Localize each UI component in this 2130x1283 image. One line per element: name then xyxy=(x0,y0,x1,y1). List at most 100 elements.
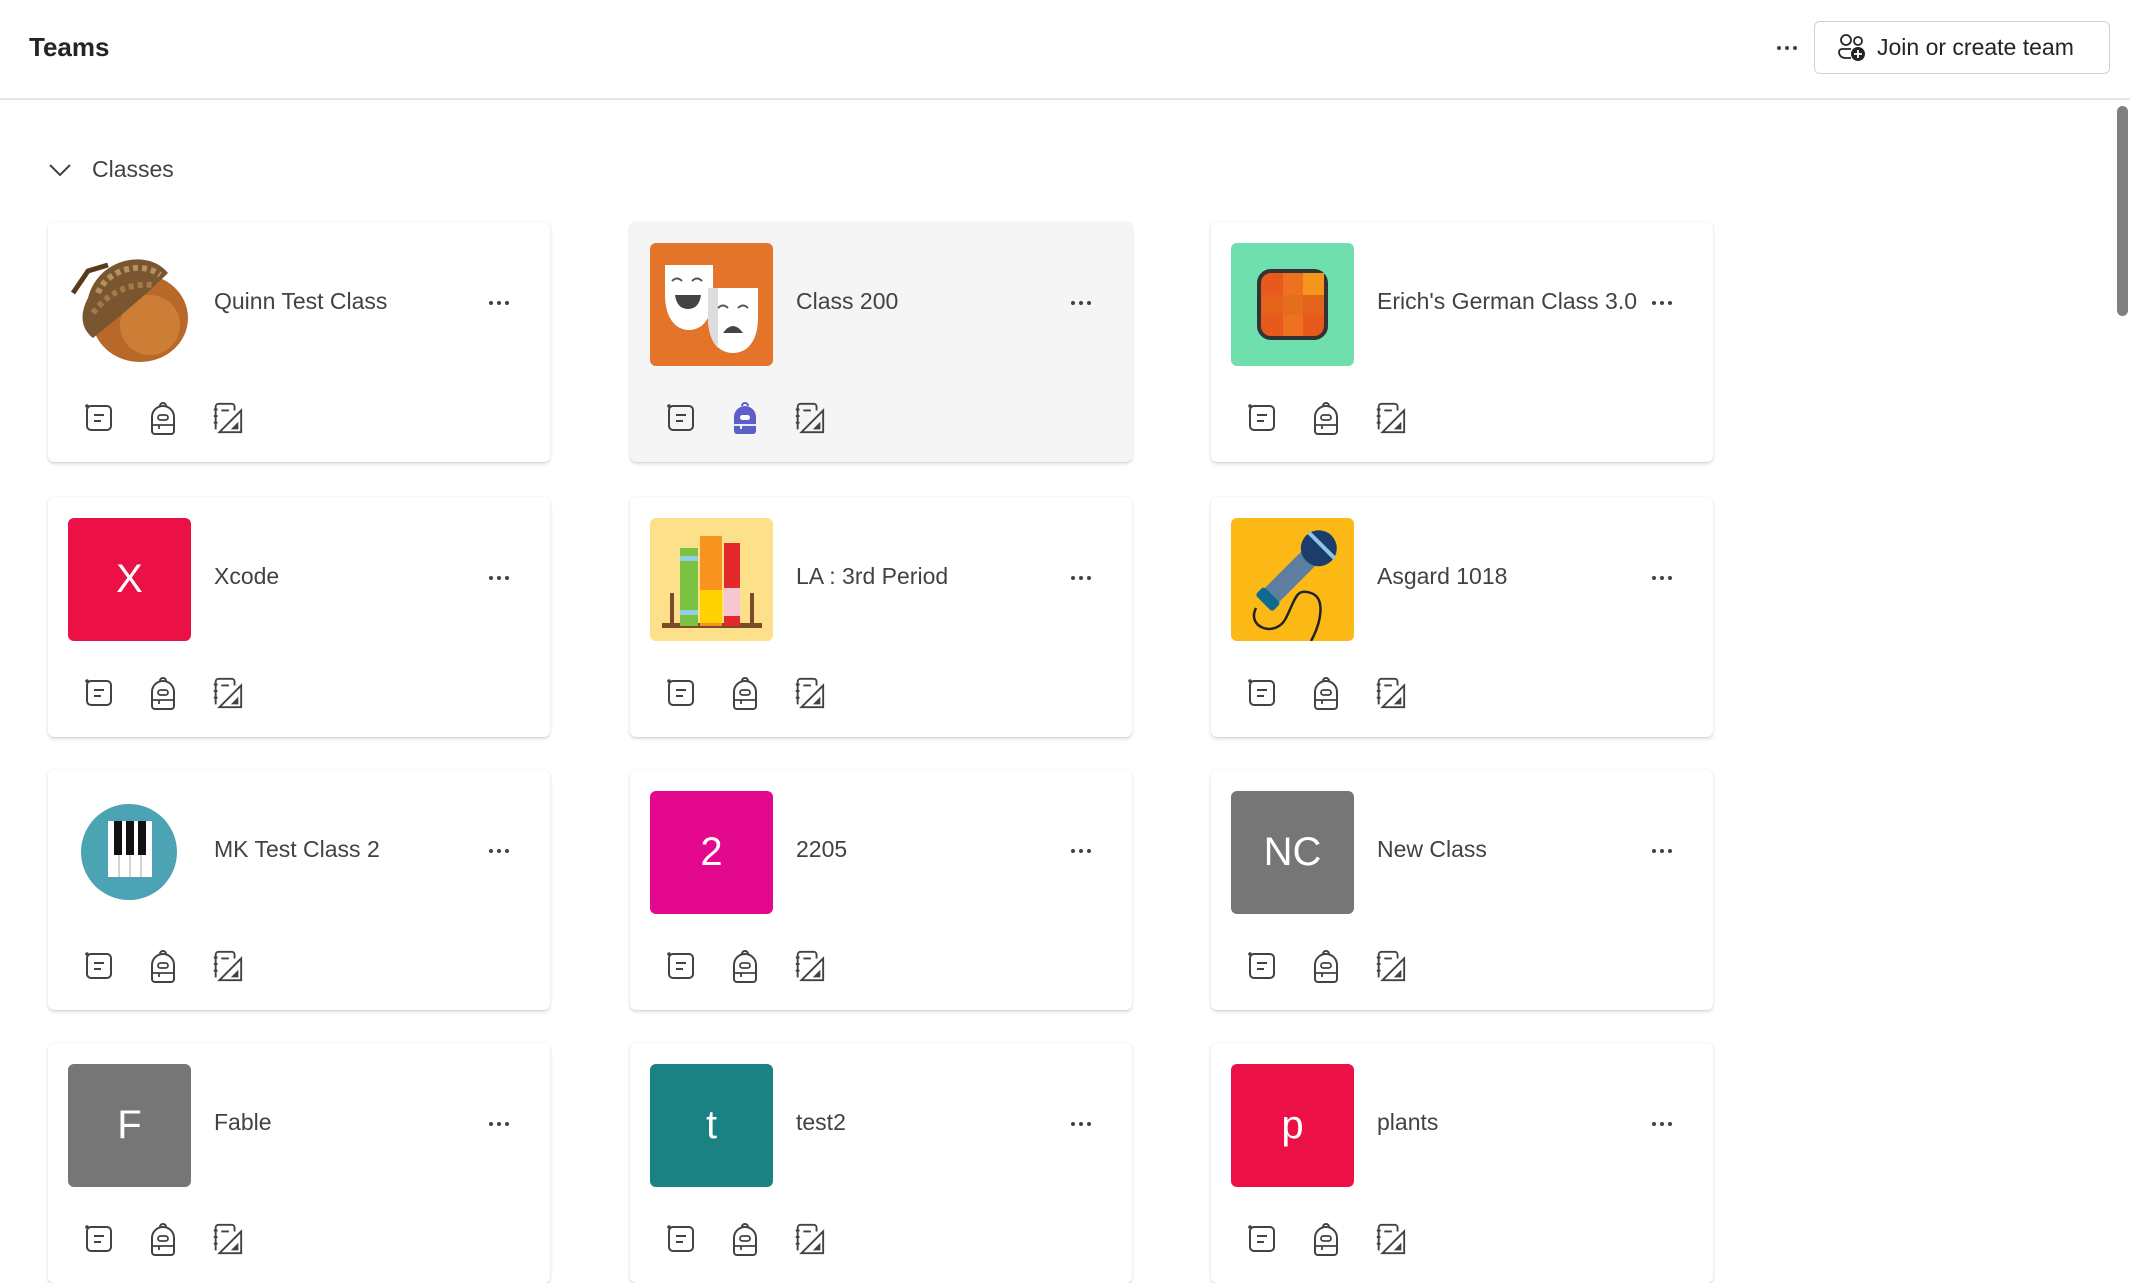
class-card[interactable]: X Xcode xyxy=(48,497,550,737)
class-name: plants xyxy=(1377,1109,1439,1135)
posts-icon[interactable] xyxy=(1245,948,1279,984)
posts-icon[interactable] xyxy=(1245,400,1279,436)
microphone-image xyxy=(1252,530,1337,641)
posts-icon[interactable] xyxy=(664,1221,698,1257)
assignments-backpack-icon[interactable] xyxy=(146,948,180,984)
class-avatar: X xyxy=(68,518,191,641)
class-card[interactable]: p plants xyxy=(1211,1043,1713,1283)
class-card[interactable]: 2 2205 xyxy=(630,770,1132,1010)
class-avatar xyxy=(650,243,773,366)
people-add-icon xyxy=(1838,33,1865,61)
class-name: LA : 3rd Period xyxy=(796,563,949,589)
class-card[interactable]: F Fable xyxy=(48,1043,550,1283)
class-card[interactable]: Quinn Test Class xyxy=(48,222,550,462)
class-quick-links xyxy=(664,400,826,436)
class-more-options-button[interactable] xyxy=(482,288,516,318)
class-more-options-button[interactable] xyxy=(1645,836,1679,866)
join-button-label: Join or create team xyxy=(1877,34,2074,60)
class-avatar: t xyxy=(650,1064,773,1187)
more-horizontal-icon xyxy=(1652,576,1672,580)
class-quick-links xyxy=(82,1221,244,1257)
posts-icon[interactable] xyxy=(82,948,116,984)
class-card[interactable]: Erich's German Class 3.0 xyxy=(1211,222,1713,462)
class-card[interactable]: Asgard 1018 xyxy=(1211,497,1713,737)
class-avatar xyxy=(1231,518,1354,641)
assignments-backpack-icon[interactable] xyxy=(146,675,180,711)
class-more-options-button[interactable] xyxy=(482,563,516,593)
posts-icon[interactable] xyxy=(664,948,698,984)
join-or-create-team-button[interactable]: Join or create team xyxy=(1814,21,2110,74)
class-avatar: F xyxy=(68,1064,191,1187)
class-quick-links xyxy=(82,675,244,711)
more-horizontal-icon xyxy=(1071,849,1091,853)
class-name: Class 200 xyxy=(796,288,899,314)
more-horizontal-icon xyxy=(489,849,509,853)
class-more-options-button[interactable] xyxy=(1064,288,1098,318)
assignments-backpack-icon[interactable] xyxy=(1309,400,1343,436)
class-more-options-button[interactable] xyxy=(1064,563,1098,593)
class-more-options-button[interactable] xyxy=(1064,1109,1098,1139)
class-card[interactable]: t test2 xyxy=(630,1043,1132,1283)
class-more-options-button[interactable] xyxy=(482,1109,516,1139)
class-more-options-button[interactable] xyxy=(482,836,516,866)
class-card[interactable]: MK Test Class 2 xyxy=(48,770,550,1010)
class-avatar: NC xyxy=(1231,791,1354,914)
piano-keys-image xyxy=(81,804,177,900)
class-name: Asgard 1018 xyxy=(1377,563,1508,589)
class-more-options-button[interactable] xyxy=(1064,836,1098,866)
class-more-options-button[interactable] xyxy=(1645,1109,1679,1139)
class-name: test2 xyxy=(796,1109,846,1135)
assignments-backpack-icon[interactable] xyxy=(146,1221,180,1257)
posts-icon[interactable] xyxy=(82,400,116,436)
class-notebook-icon[interactable] xyxy=(1373,948,1407,984)
class-avatar: p xyxy=(1231,1064,1354,1187)
class-more-options-button[interactable] xyxy=(1645,288,1679,318)
class-notebook-icon[interactable] xyxy=(210,948,244,984)
class-notebook-icon[interactable] xyxy=(210,1221,244,1257)
class-notebook-icon[interactable] xyxy=(792,400,826,436)
scrollbar-thumb[interactable] xyxy=(2117,106,2128,316)
class-card[interactable]: NC New Class xyxy=(1211,770,1713,1010)
assignments-backpack-icon[interactable] xyxy=(728,400,762,436)
assignments-backpack-icon[interactable] xyxy=(1309,675,1343,711)
more-horizontal-icon xyxy=(1652,1122,1672,1126)
assignments-backpack-icon[interactable] xyxy=(728,675,762,711)
class-notebook-icon[interactable] xyxy=(1373,1221,1407,1257)
more-options-button[interactable] xyxy=(1770,28,1804,68)
posts-icon[interactable] xyxy=(82,675,116,711)
class-name: Xcode xyxy=(214,563,280,589)
more-horizontal-icon xyxy=(489,1122,509,1126)
assignments-backpack-icon[interactable] xyxy=(728,948,762,984)
avatar-initials: 2 xyxy=(700,830,723,874)
posts-icon[interactable] xyxy=(664,675,698,711)
posts-icon[interactable] xyxy=(1245,1221,1279,1257)
class-avatar xyxy=(68,791,191,914)
assignments-backpack-icon[interactable] xyxy=(146,400,180,436)
class-notebook-icon[interactable] xyxy=(792,948,826,984)
posts-icon[interactable] xyxy=(664,400,698,436)
assignments-backpack-icon[interactable] xyxy=(728,1221,762,1257)
class-notebook-icon[interactable] xyxy=(1373,675,1407,711)
avatar-initials: p xyxy=(1281,1103,1304,1147)
assignments-backpack-icon[interactable] xyxy=(1309,1221,1343,1257)
class-quick-links xyxy=(1245,948,1407,984)
class-notebook-icon[interactable] xyxy=(210,675,244,711)
class-card[interactable]: LA : 3rd Period xyxy=(630,497,1132,737)
posts-icon[interactable] xyxy=(82,1221,116,1257)
class-quick-links xyxy=(664,948,826,984)
class-notebook-icon[interactable] xyxy=(210,400,244,436)
assignments-backpack-icon[interactable] xyxy=(1309,948,1343,984)
theater-masks-image xyxy=(665,265,758,353)
class-avatar: 2 xyxy=(650,791,773,914)
class-card[interactable]: Class 200 xyxy=(630,222,1132,462)
section-header-classes[interactable]: Classes xyxy=(48,156,174,183)
class-notebook-icon[interactable] xyxy=(1373,400,1407,436)
posts-icon[interactable] xyxy=(1245,675,1279,711)
class-more-options-button[interactable] xyxy=(1645,563,1679,593)
class-notebook-icon[interactable] xyxy=(792,675,826,711)
avatar-initials: F xyxy=(117,1103,142,1147)
class-avatar xyxy=(68,243,191,366)
class-notebook-icon[interactable] xyxy=(792,1221,826,1257)
class-name: MK Test Class 2 xyxy=(214,836,380,862)
more-horizontal-icon xyxy=(1071,301,1091,305)
